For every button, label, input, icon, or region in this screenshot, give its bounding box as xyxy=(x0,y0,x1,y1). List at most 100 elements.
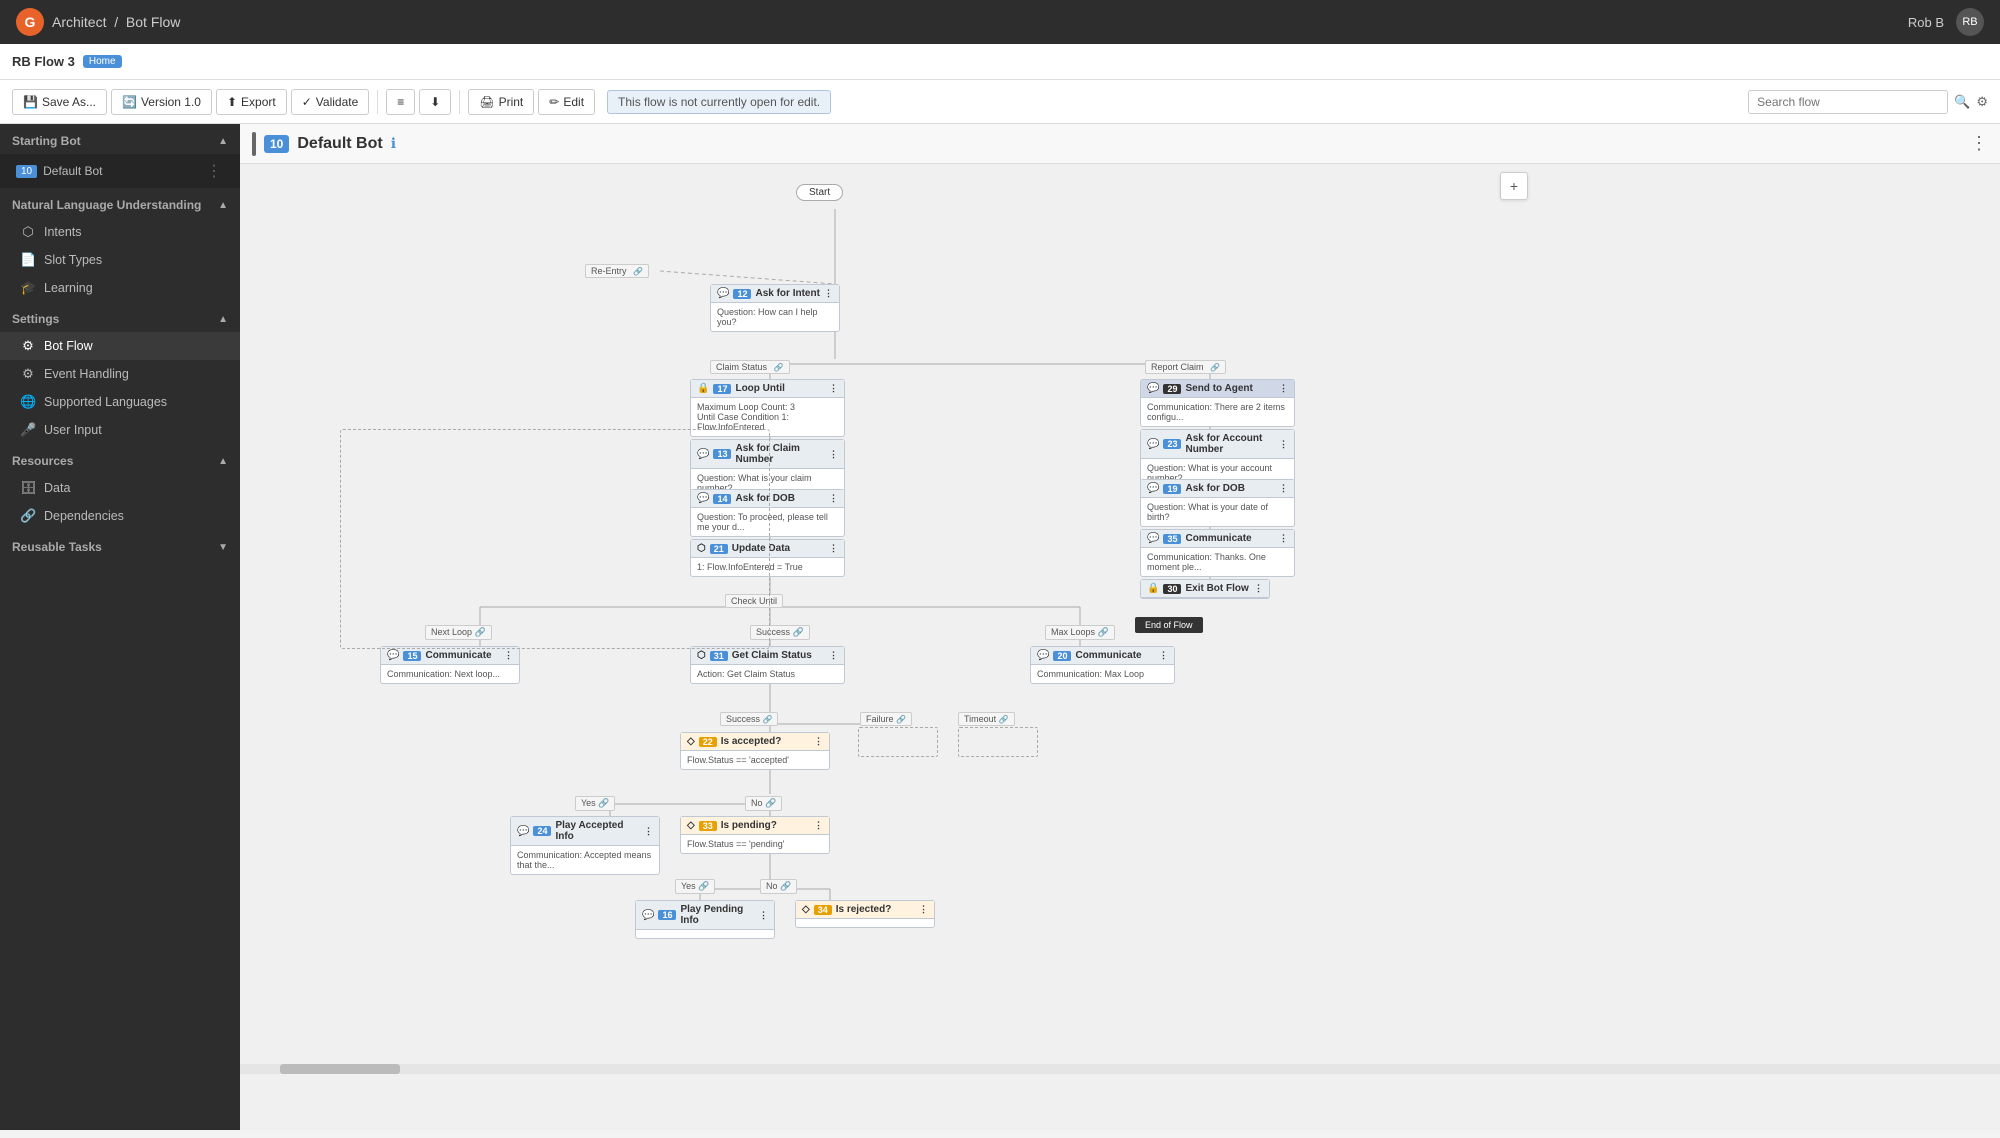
node-17[interactable]: 🔒 17 Loop Until ⋮ Maximum Loop Count: 3U… xyxy=(690,379,845,437)
node14-menu[interactable]: ⋮ xyxy=(829,493,838,504)
node-34[interactable]: ◇ 34 Is rejected? ⋮ xyxy=(795,900,935,928)
sidebar-item-default-bot[interactable]: 10 Default Bot ⋮ xyxy=(0,154,240,188)
sidebar-section-nlu[interactable]: Natural Language Understanding ▲ xyxy=(0,188,240,218)
node-20[interactable]: 💬 20 Communicate ⋮ Communication: Max Lo… xyxy=(1030,646,1175,684)
node19-body: Question: What is your date of birth? xyxy=(1141,498,1294,526)
node-14[interactable]: 💬 14 Ask for DOB ⋮ Question: To proceed,… xyxy=(690,489,845,537)
slot-types-icon: 📄 xyxy=(20,252,36,268)
flow-badge: Home xyxy=(83,55,122,68)
edit-button[interactable]: ✏ Edit xyxy=(538,89,595,115)
sidebar-item-event-handling[interactable]: ⚙ Event Handling xyxy=(0,360,240,388)
no2-icon: 🔗 xyxy=(780,881,791,891)
flow-indicator xyxy=(252,132,256,156)
canvas-kebab[interactable]: ⋮ xyxy=(1970,133,1988,154)
node-33[interactable]: ◇ 33 Is pending? ⋮ Flow.Status == 'pendi… xyxy=(680,816,830,854)
list-view-button[interactable]: ≡ xyxy=(386,89,415,115)
sidebar-section-resources[interactable]: Resources ▲ xyxy=(0,444,240,474)
node24-menu[interactable]: ⋮ xyxy=(644,826,653,837)
label-yes-2: Yes 🔗 xyxy=(675,879,715,894)
node35-menu[interactable]: ⋮ xyxy=(1279,533,1288,544)
node-12[interactable]: 💬 12 Ask for Intent ⋮ Question: How can … xyxy=(710,284,840,332)
horizontal-scrollbar[interactable] xyxy=(240,1064,2000,1074)
search-input[interactable] xyxy=(1748,90,1948,114)
sidebar-section-starting-bot[interactable]: Starting Bot ▲ xyxy=(0,124,240,154)
node20-menu[interactable]: ⋮ xyxy=(1159,650,1168,661)
export-button[interactable]: ⬆ Export xyxy=(216,89,287,115)
validate-icon: ✓ xyxy=(302,95,312,109)
node33-menu[interactable]: ⋮ xyxy=(814,820,823,831)
node13-menu[interactable]: ⋮ xyxy=(829,449,838,460)
node17-menu[interactable]: ⋮ xyxy=(829,383,838,394)
node22-menu[interactable]: ⋮ xyxy=(814,736,823,747)
sidebar-item-user-input[interactable]: 🎤 User Input xyxy=(0,416,240,444)
node23-menu[interactable]: ⋮ xyxy=(1279,439,1288,450)
node-16[interactable]: 💬 16 Play Pending Info ⋮ xyxy=(635,900,775,939)
node-15[interactable]: 💬 15 Communicate ⋮ Communication: Next l… xyxy=(380,646,520,684)
node-21[interactable]: ⬡ 21 Update Data ⋮ 1: Flow.InfoEntered =… xyxy=(690,539,845,577)
node12-menu[interactable]: ⋮ xyxy=(824,288,833,299)
node22-icon: ◇ xyxy=(687,736,695,747)
node16-body xyxy=(636,930,774,938)
scrollbar-thumb[interactable] xyxy=(280,1064,400,1074)
node16-icon: 💬 xyxy=(642,910,654,921)
sidebar-item-learning[interactable]: 🎓 Learning xyxy=(0,274,240,302)
sidebar-section-reusable-tasks[interactable]: Reusable Tasks ▼ xyxy=(0,530,240,560)
node14-label: Ask for DOB xyxy=(735,493,794,504)
node-22[interactable]: ◇ 22 Is accepted? ⋮ Flow.Status == 'acce… xyxy=(680,732,830,770)
sidebar-section-settings[interactable]: Settings ▲ xyxy=(0,302,240,332)
node-29[interactable]: 💬 29 Send to Agent ⋮ Communication: Ther… xyxy=(1140,379,1295,427)
sidebar-item-supported-languages[interactable]: 🌐 Supported Languages xyxy=(0,388,240,416)
failure-icon: 🔗 xyxy=(896,715,906,724)
node31-label: Get Claim Status xyxy=(732,650,812,661)
node15-menu[interactable]: ⋮ xyxy=(504,650,513,661)
nav-right: Rob B RB xyxy=(1908,8,1984,36)
print-icon: 🖨 xyxy=(479,95,494,109)
sidebar-item-dependencies[interactable]: 🔗 Dependencies xyxy=(0,502,240,530)
node-19[interactable]: 💬 19 Ask for DOB ⋮ Question: What is you… xyxy=(1140,479,1295,527)
label-no-2: No 🔗 xyxy=(760,879,797,894)
validate-button[interactable]: ✓ Validate xyxy=(291,89,370,115)
node19-label: Ask for DOB xyxy=(1185,483,1244,494)
version-button[interactable]: 🔄 Version 1.0 xyxy=(111,89,212,115)
node-30[interactable]: 🔒 30 Exit Bot Flow ⋮ xyxy=(1140,579,1270,599)
settings-icon[interactable]: ⚙ xyxy=(1976,94,1988,110)
reentry-icon: 🔗 xyxy=(633,267,643,276)
label-failure: Failure 🔗 xyxy=(860,712,912,726)
node23-label: Ask for Account Number xyxy=(1185,433,1275,455)
list-view-2-button[interactable]: ⬇ xyxy=(419,89,451,115)
node21-menu[interactable]: ⋮ xyxy=(829,543,838,554)
node-24[interactable]: 💬 24 Play Accepted Info ⋮ Communication:… xyxy=(510,816,660,875)
node34-menu[interactable]: ⋮ xyxy=(919,904,928,915)
canvas-area[interactable]: 10 Default Bot ℹ ⋮ + xyxy=(240,124,2000,1130)
sidebar-item-intents[interactable]: ⬡ Intents xyxy=(0,218,240,246)
node31-menu[interactable]: ⋮ xyxy=(829,650,838,661)
print-button[interactable]: 🖨 Print xyxy=(468,89,534,115)
node35-icon: 💬 xyxy=(1147,533,1159,544)
user-avatar[interactable]: RB xyxy=(1956,8,1984,36)
node30-menu[interactable]: ⋮ xyxy=(1254,583,1263,594)
node24-body: Communication: Accepted means that the..… xyxy=(511,846,659,874)
node16-menu[interactable]: ⋮ xyxy=(759,910,768,921)
default-bot-kebab[interactable]: ⋮ xyxy=(200,159,228,183)
node17-label: Loop Until xyxy=(735,383,784,394)
save-as-button[interactable]: 💾 Save As... xyxy=(12,89,107,115)
sidebar-item-data[interactable]: 🗄 Data xyxy=(0,474,240,502)
version-icon: 🔄 xyxy=(122,95,137,109)
node14-icon: 💬 xyxy=(697,493,709,504)
sidebar-item-slot-types[interactable]: 📄 Slot Types xyxy=(0,246,240,274)
node29-label: Send to Agent xyxy=(1185,383,1252,394)
node30-label: Exit Bot Flow xyxy=(1185,583,1248,594)
node15-label: Communicate xyxy=(425,650,491,661)
sidebar-item-bot-flow[interactable]: ⚙ Bot Flow xyxy=(0,332,240,360)
node19-menu[interactable]: ⋮ xyxy=(1279,483,1288,494)
node-35[interactable]: 💬 35 Communicate ⋮ Communication: Thanks… xyxy=(1140,529,1295,577)
node-31[interactable]: ⬡ 31 Get Claim Status ⋮ Action: Get Clai… xyxy=(690,646,845,684)
search-icon[interactable]: 🔍 xyxy=(1954,94,1970,110)
separator-1 xyxy=(377,90,378,114)
main-toolbar: 💾 Save As... 🔄 Version 1.0 ⬆ Export ✓ Va… xyxy=(0,80,2000,124)
flow-number-badge: 10 xyxy=(264,135,289,153)
node24-label: Play Accepted Info xyxy=(555,820,640,842)
zoom-control[interactable]: + xyxy=(1500,172,1528,200)
next-loop-icon: 🔗 xyxy=(475,627,486,637)
node29-menu[interactable]: ⋮ xyxy=(1279,383,1288,394)
